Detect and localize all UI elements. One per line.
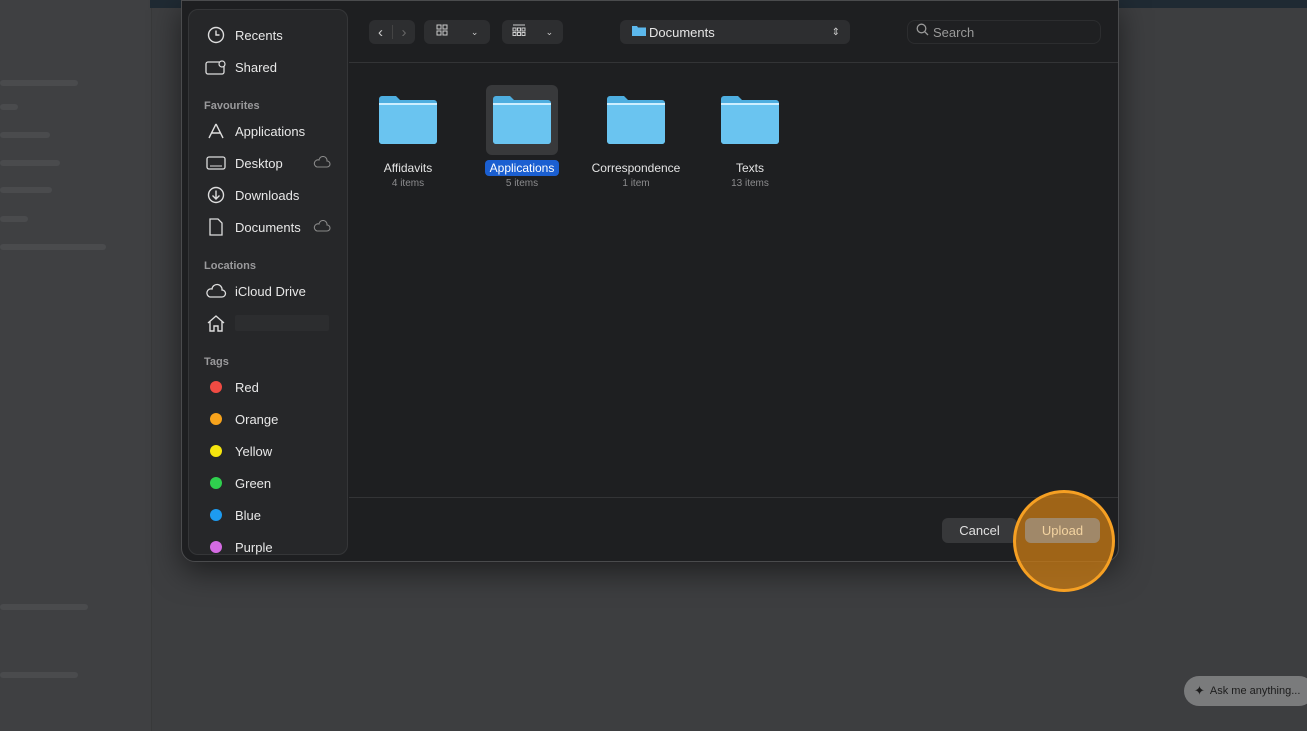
label: Recents <box>235 27 283 43</box>
icloud-icon <box>313 219 331 235</box>
upload-button[interactable]: Upload <box>1025 518 1100 543</box>
tag-dot-icon <box>210 381 222 393</box>
search-placeholder: Search <box>933 24 975 40</box>
label: Desktop <box>235 155 283 171</box>
label: Purple <box>235 539 273 555</box>
folder-texts[interactable]: Texts 13 items <box>695 85 805 189</box>
tag-dot-icon <box>210 509 222 521</box>
tag-yellow[interactable]: Yellow <box>205 439 345 463</box>
sidebar-item-home[interactable] <box>205 311 345 335</box>
sidebar-item-desktop[interactable]: Desktop <box>205 151 345 175</box>
favourites-header: Favourites <box>204 100 260 112</box>
folder-count: 4 items <box>391 178 425 189</box>
shared-folder-icon <box>205 58 227 76</box>
label: Red <box>235 379 259 395</box>
folder-count: 5 items <box>505 178 539 189</box>
folder-count: 1 item <box>622 178 650 189</box>
tag-dot-icon <box>210 477 222 489</box>
folder-correspondence[interactable]: Correspondence 1 item <box>581 85 691 189</box>
folder-icon <box>486 85 558 155</box>
sidebar-item-downloads[interactable]: Downloads <box>205 183 345 207</box>
sparkle-icon: ✦ <box>1194 683 1205 698</box>
sidebar-item-icloud-drive[interactable]: iCloud Drive <box>205 279 345 303</box>
folder-name: Correspondence <box>591 161 681 175</box>
updown-chevron-icon: ⇕ <box>831 26 840 38</box>
search-input[interactable]: Search <box>907 20 1101 44</box>
toolbar-divider <box>349 62 1118 63</box>
redacted-home-name <box>235 315 329 331</box>
folder-icon <box>372 85 444 155</box>
desktop-icon <box>205 154 227 172</box>
tag-purple[interactable]: Purple <box>205 535 345 559</box>
footer-divider <box>349 497 1118 498</box>
grid-icon <box>436 23 448 41</box>
label: Green <box>235 475 272 491</box>
cloud-icon <box>205 282 227 300</box>
label: iCloud Drive <box>235 283 306 299</box>
location-label: Documents <box>649 24 715 40</box>
background-sidebar <box>0 0 152 731</box>
folder-applications[interactable]: Applications 5 items <box>467 85 577 189</box>
view-mode-button[interactable]: ⌄ <box>424 20 490 44</box>
icloud-icon <box>313 155 331 171</box>
applications-icon <box>205 122 227 140</box>
ask-assistant-button[interactable]: ✦ Ask me anything... <box>1184 676 1307 706</box>
nav-buttons: ‹ › <box>369 20 415 44</box>
label: Blue <box>235 507 262 523</box>
tag-green[interactable]: Green <box>205 471 345 495</box>
download-icon <box>205 186 227 204</box>
forward-button[interactable]: › <box>393 24 415 41</box>
sidebar: Recents Shared Favourites Applications D… <box>188 9 348 555</box>
folder-name: Texts <box>735 161 764 175</box>
tag-dot-icon <box>210 413 222 425</box>
label: Orange <box>235 411 279 427</box>
label: Documents <box>235 219 301 235</box>
sidebar-item-recents[interactable]: Recents <box>205 23 345 47</box>
folder-name: Applications <box>484 160 560 176</box>
back-button[interactable]: ‹ <box>369 24 392 41</box>
location-dropdown[interactable]: Documents ⇕ <box>620 20 850 44</box>
sidebar-item-shared[interactable]: Shared <box>205 55 345 79</box>
label: Yellow <box>235 443 273 459</box>
locations-header: Locations <box>204 260 256 272</box>
ask-label: Ask me anything... <box>1209 685 1301 697</box>
clock-icon <box>205 26 227 44</box>
chevron-down-icon: ⌄ <box>545 26 554 37</box>
tags-header: Tags <box>204 356 229 368</box>
home-icon <box>205 314 227 332</box>
search-icon <box>916 23 929 41</box>
label: Shared <box>235 59 277 75</box>
folder-name: Affidavits <box>383 161 433 175</box>
folder-icon <box>632 23 646 41</box>
sidebar-item-documents[interactable]: Documents <box>205 215 345 239</box>
folder-icon <box>600 85 672 155</box>
tag-dot-icon <box>210 541 222 553</box>
tag-dot-icon <box>210 445 222 457</box>
tag-red[interactable]: Red <box>205 375 345 399</box>
document-icon <box>205 218 227 236</box>
sidebar-item-applications[interactable]: Applications <box>205 119 345 143</box>
group-button[interactable]: ⌄ <box>502 20 563 44</box>
cancel-button[interactable]: Cancel <box>942 518 1017 543</box>
label: Downloads <box>235 187 300 203</box>
folder-count: 13 items <box>731 178 769 189</box>
tag-orange[interactable]: Orange <box>205 407 345 431</box>
label: Applications <box>235 123 306 139</box>
file-picker-dialog: Recents Shared Favourites Applications D… <box>181 0 1119 562</box>
folder-affidavits[interactable]: Affidavits 4 items <box>353 85 463 189</box>
chevron-down-icon: ⌄ <box>470 26 479 37</box>
tag-blue[interactable]: Blue <box>205 503 345 527</box>
folder-icon <box>714 85 786 155</box>
group-icon <box>512 23 526 41</box>
